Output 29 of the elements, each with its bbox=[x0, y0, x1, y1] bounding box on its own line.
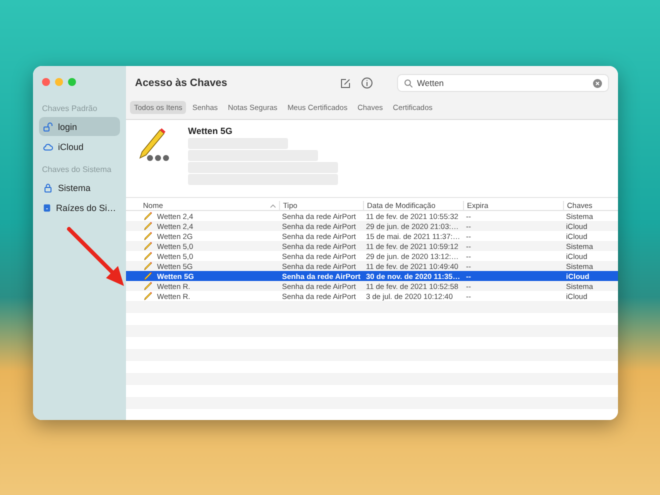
open-lock-icon bbox=[43, 122, 53, 132]
pencil-icon bbox=[143, 211, 153, 221]
window-title: Acesso às Chaves bbox=[135, 77, 228, 89]
search-icon bbox=[404, 78, 413, 88]
sort-caret-icon bbox=[270, 204, 276, 208]
item-title: Wetten 5G bbox=[188, 126, 234, 136]
clear-icon[interactable] bbox=[593, 78, 602, 88]
pencil-icon bbox=[143, 231, 153, 241]
search-input[interactable]: Wetten bbox=[417, 78, 589, 88]
cloud-icon bbox=[43, 142, 53, 152]
sidebar-item[interactable]: login bbox=[39, 117, 120, 136]
pencil-icon bbox=[143, 251, 153, 261]
compose-icon[interactable] bbox=[340, 78, 351, 88]
pencil-icon bbox=[143, 291, 153, 301]
pencil-icon bbox=[143, 261, 153, 271]
sidebar-heading: Chaves do Sistema bbox=[41, 164, 112, 176]
pencil-icon bbox=[143, 281, 153, 291]
info-icon[interactable] bbox=[361, 77, 373, 89]
sidebar-item[interactable]: Sistema bbox=[39, 178, 120, 197]
sidebar-item[interactable]: iCloud bbox=[39, 137, 120, 156]
pencil-icon bbox=[143, 241, 153, 251]
sidebar-item[interactable]: Raízes do Si… bbox=[39, 198, 120, 217]
pencil-icon bbox=[143, 271, 153, 281]
search-field[interactable]: Wetten bbox=[397, 74, 609, 92]
close-button[interactable] bbox=[42, 78, 50, 86]
cabinet-icon bbox=[43, 202, 51, 212]
sidebar-heading: Chaves Padrão bbox=[41, 103, 98, 115]
pencil-icon bbox=[143, 221, 153, 231]
lock-icon bbox=[43, 182, 53, 192]
